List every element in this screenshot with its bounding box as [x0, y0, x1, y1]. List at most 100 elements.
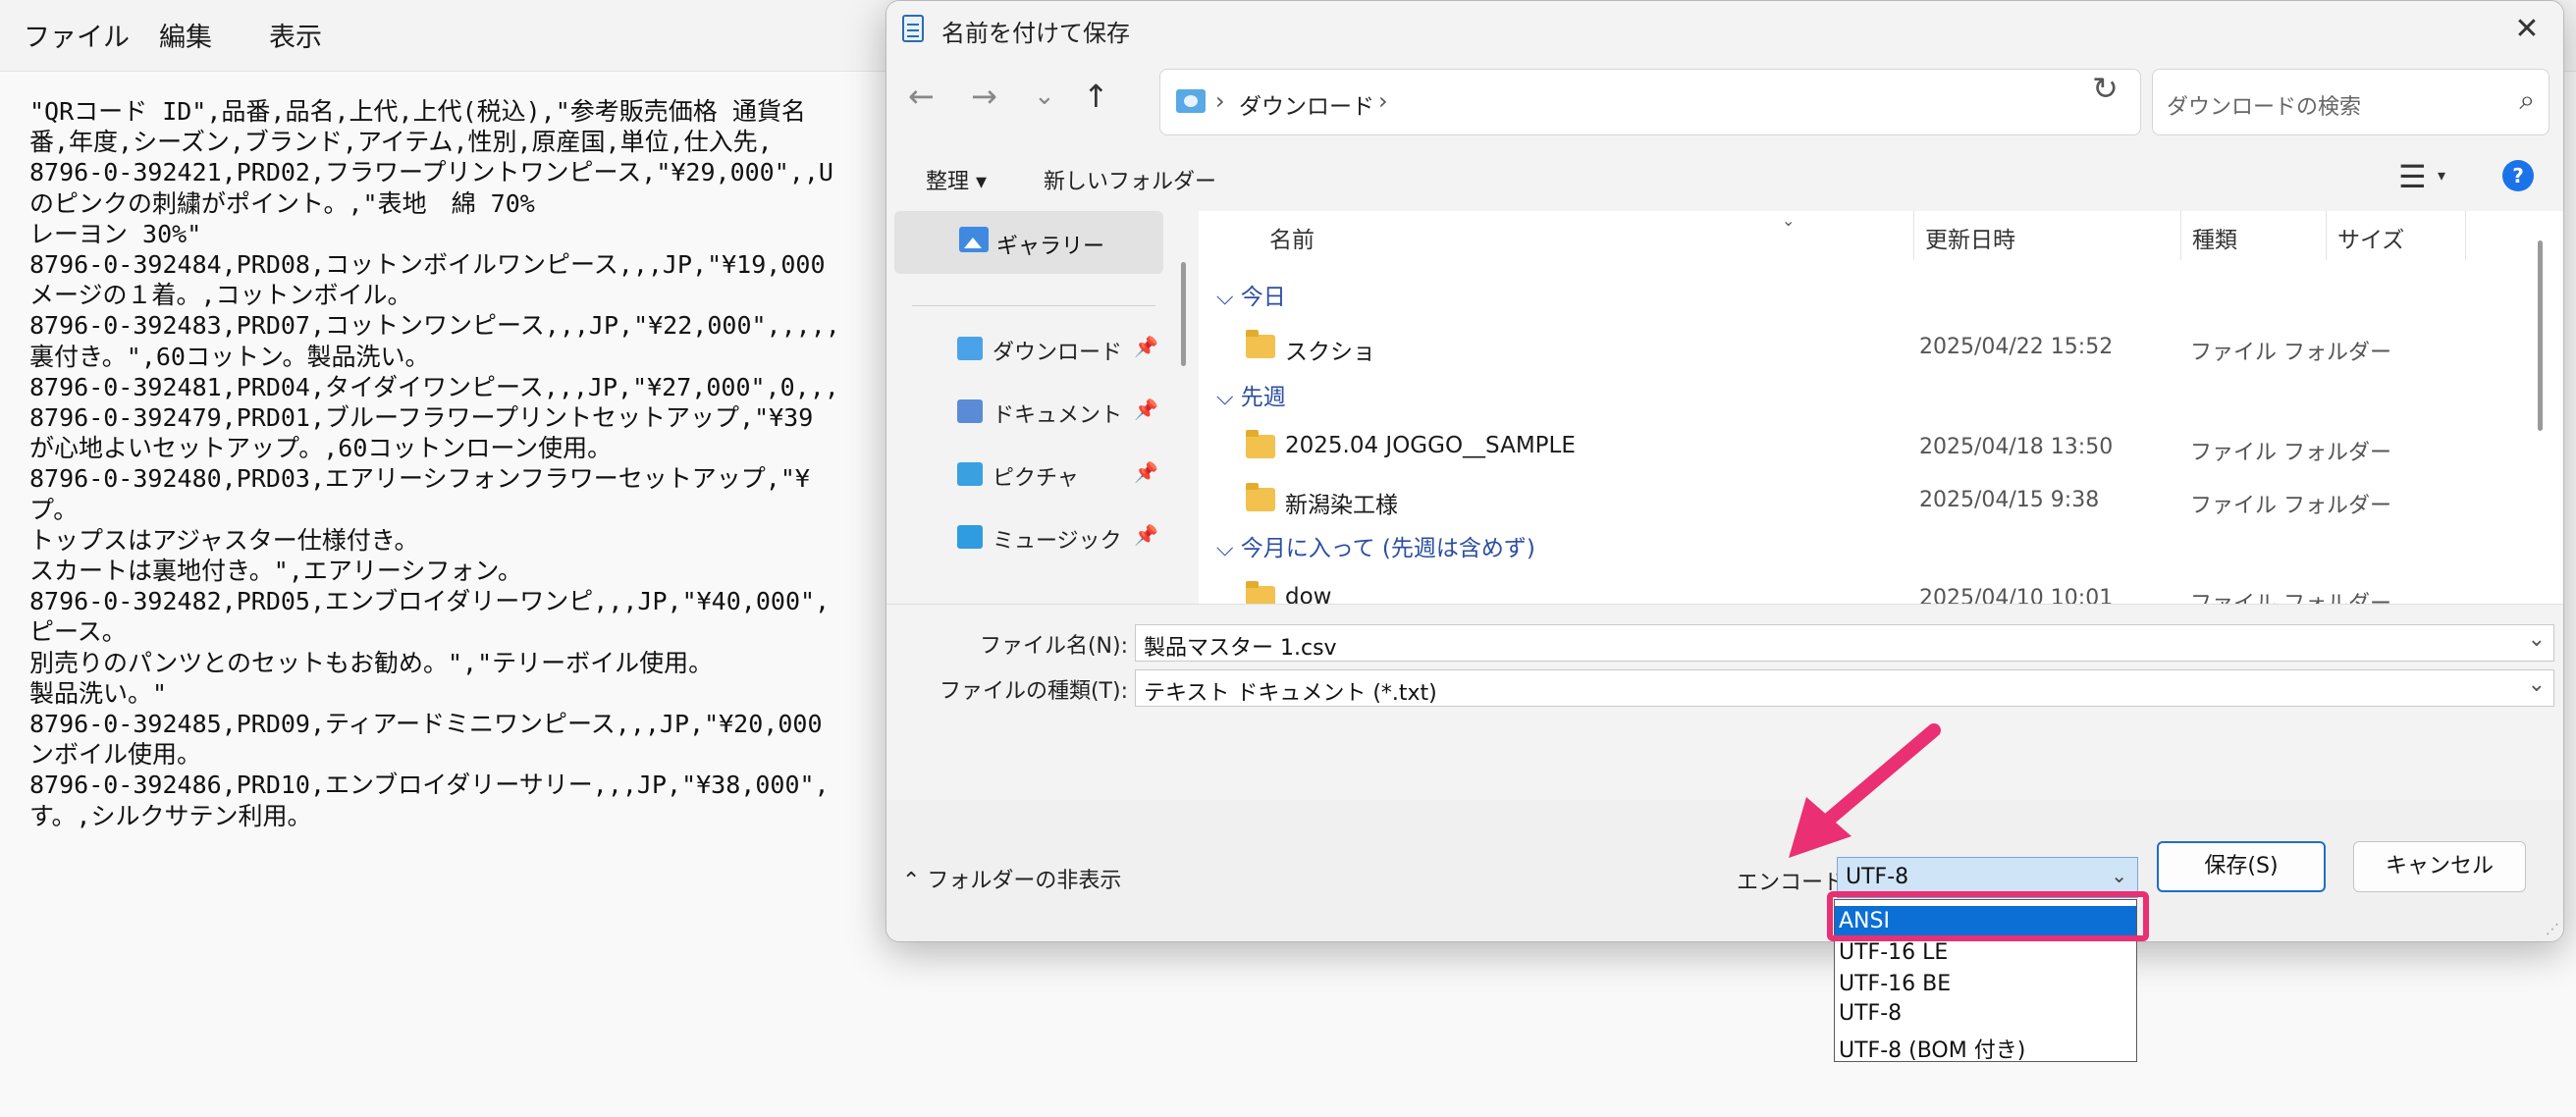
resize-grip-icon[interactable]: ⋰ — [2546, 922, 2559, 937]
file-list: 名前 ⌄ 更新日時 種類 サイズ ⌵ 今日 スクショ 2025/04/22 15… — [1199, 211, 2551, 604]
menu-edit[interactable]: 編集 — [159, 16, 212, 54]
column-header-size[interactable]: サイズ — [2337, 221, 2404, 254]
annotation-highlight-box — [1827, 891, 2149, 941]
sidebar-item-label: ドキュメント — [993, 403, 1123, 428]
sidebar-item-music[interactable]: ミュージック 📌 — [886, 511, 1181, 562]
annotation-arrow-icon — [1789, 723, 1941, 858]
folder-icon — [1246, 581, 1275, 604]
navigation-pane: ギャラリー ダウンロード 📌 ドキュメント 📌 ピクチャ 📌 ミュージック 📌 — [886, 211, 1199, 604]
column-header-date[interactable]: 更新日時 — [1925, 221, 2015, 254]
column-header-name[interactable]: 名前 — [1269, 221, 1315, 254]
save-as-dialog: 名前を付けて保存 ✕ ← → ⌄ ↑ › ダウンロード › ⌄ ↻ ダウンロード… — [886, 0, 2564, 942]
table-row[interactable]: スクショ 2025/04/22 15:52 ファイル フォルダー — [1199, 325, 2534, 376]
forward-arrow-icon[interactable]: → — [971, 78, 997, 115]
chevron-down-icon[interactable]: ⌄ — [2528, 627, 2546, 652]
sort-caret-icon: ⌄ — [1782, 211, 1796, 230]
group-header-last-week[interactable]: ⌵ 先週 — [1216, 378, 1286, 411]
chevron-down-icon[interactable]: ⌄ — [2528, 672, 2546, 697]
option-label: UTF-8 — [1839, 1001, 1903, 1026]
downloads-icon — [957, 337, 983, 360]
folder-icon — [1246, 483, 1275, 511]
group-header-this-month[interactable]: ⌵ 今月に入って (先週は含めず) — [1216, 529, 1535, 562]
search-input[interactable]: ダウンロードの検索 ⌕ — [2152, 69, 2549, 135]
pin-icon[interactable]: 📌 — [1134, 398, 1158, 421]
downloads-folder-icon — [1176, 89, 1206, 113]
refresh-icon[interactable]: ↻ — [2092, 70, 2119, 107]
dialog-footer: ⌃ フォルダーの非表示 エンコード: UTF-8 ⌄ 保存(S) キャンセル ⋰ — [886, 800, 2563, 941]
file-name: スクショ — [1285, 340, 1375, 365]
breadcrumb-chevron-icon[interactable]: › — [1215, 87, 1225, 115]
up-arrow-icon[interactable]: ↑ — [1083, 78, 1109, 115]
address-bar[interactable]: › ダウンロード › ⌄ — [1159, 69, 2312, 135]
pin-icon[interactable]: 📌 — [1134, 335, 1158, 358]
table-row[interactable]: 新潟染工様 2025/04/15 9:38 ファイル フォルダー — [1199, 478, 2534, 529]
file-date: 2025/04/18 13:50 — [1919, 435, 2114, 459]
notepad-text-area[interactable]: "QRコード ID",品番,品名,上代,上代(税込),"参考販売価格 通貨名 番… — [29, 96, 893, 1078]
filetype-value: テキスト ドキュメント (*.txt) — [1144, 681, 1437, 706]
search-icon[interactable]: ⌕ — [2519, 83, 2535, 117]
cancel-button[interactable]: キャンセル — [2353, 841, 2526, 892]
option-label: UTF-8 (BOM 付き) — [1839, 1038, 2026, 1063]
column-divider — [2180, 211, 2181, 260]
breadcrumb-downloads[interactable]: ダウンロード — [1239, 87, 1374, 121]
filetype-select[interactable]: テキスト ドキュメント (*.txt) ⌄ — [1135, 669, 2554, 707]
music-icon — [957, 525, 983, 549]
pin-icon[interactable]: 📌 — [1134, 523, 1158, 547]
dialog-title: 名前を付けて保存 — [941, 20, 1130, 47]
file-date: 2025/04/15 9:38 — [1919, 488, 2100, 512]
sidebar-item-gallery[interactable]: ギャラリー — [894, 211, 1163, 274]
file-name: dow — [1285, 584, 1332, 604]
sidebar-scrollbar[interactable] — [1181, 262, 1186, 366]
column-divider — [2465, 211, 2466, 260]
folder-icon — [1246, 430, 1275, 458]
file-date: 2025/04/22 15:52 — [1919, 335, 2114, 359]
view-options-icon[interactable]: ☰ — [2398, 158, 2427, 195]
file-type: ファイル フォルダー — [2190, 586, 2391, 604]
back-arrow-icon[interactable]: ← — [908, 78, 935, 115]
save-button[interactable]: 保存(S) — [2157, 841, 2326, 892]
close-button[interactable]: ✕ — [2491, 1, 2563, 58]
group-header-today[interactable]: ⌵ 今日 — [1216, 278, 1286, 311]
sidebar-item-label: ダウンロード — [993, 341, 1123, 365]
sidebar-item-pictures[interactable]: ピクチャ 📌 — [886, 449, 1181, 500]
sidebar-item-label: ミュージック — [993, 529, 1122, 554]
help-icon[interactable]: ? — [2502, 160, 2534, 191]
encoding-option-utf8[interactable]: UTF-8 — [1835, 998, 2136, 1030]
file-type: ファイル フォルダー — [2190, 341, 2391, 365]
encoding-option-utf16be[interactable]: UTF-16 BE — [1835, 969, 2136, 1000]
hide-folders-button[interactable]: ⌃ フォルダーの非表示 — [902, 863, 1121, 894]
encoding-value: UTF-8 — [1846, 865, 1909, 889]
file-name: 新潟染工様 — [1285, 493, 1398, 518]
pin-icon[interactable]: 📌 — [1134, 460, 1158, 484]
file-type: ファイル フォルダー — [2190, 441, 2391, 465]
encoding-option-utf16le[interactable]: UTF-16 LE — [1835, 937, 2136, 969]
sidebar-item-label: ギャラリー — [996, 235, 1105, 259]
filename-field[interactable]: 製品マスター 1.csv ⌄ — [1135, 624, 2554, 662]
menu-file[interactable]: ファイル — [24, 16, 130, 54]
search-placeholder: ダウンロードの検索 — [2167, 95, 2362, 120]
new-folder-button[interactable]: 新しいフォルダー — [1044, 164, 1216, 195]
filename-value: 製品マスター 1.csv — [1144, 636, 1337, 661]
file-list-scrollbar[interactable] — [2538, 240, 2543, 431]
column-divider — [1913, 211, 1914, 260]
menu-view[interactable]: 表示 — [269, 16, 322, 54]
column-divider — [2326, 211, 2327, 260]
notepad-app-icon — [902, 15, 924, 42]
encoding-option-utf8-bom[interactable]: UTF-8 (BOM 付き) — [1835, 1030, 2136, 1063]
view-caret-icon[interactable]: ▾ — [2438, 166, 2445, 185]
column-header-type[interactable]: 種類 — [2192, 221, 2237, 254]
dialog-titlebar: 名前を付けて保存 ✕ — [886, 1, 2563, 58]
breadcrumb-trail-chevron-icon[interactable]: › — [1378, 87, 1388, 115]
folder-icon — [1246, 330, 1275, 358]
table-row[interactable]: dow 2025/04/10 10:01 ファイル フォルダー — [1199, 576, 2534, 604]
option-label: UTF-16 LE — [1839, 940, 1949, 965]
sidebar-item-downloads[interactable]: ダウンロード 📌 — [886, 323, 1181, 374]
save-form: ファイル名(N): 製品マスター 1.csv ⌄ ファイルの種類(T): テキス… — [886, 604, 2563, 801]
chevron-down-icon[interactable]: ⌄ — [2111, 864, 2127, 887]
documents-icon — [957, 399, 983, 423]
table-row[interactable]: 2025.04 JOGGO__SAMPLE 2025/04/18 13:50 フ… — [1199, 425, 2534, 476]
organize-button[interactable]: 整理 ▾ — [926, 164, 987, 195]
sidebar-item-documents[interactable]: ドキュメント 📌 — [886, 386, 1181, 437]
recent-locations-icon[interactable]: ⌄ — [1034, 81, 1055, 111]
sidebar-divider — [912, 305, 1155, 306]
